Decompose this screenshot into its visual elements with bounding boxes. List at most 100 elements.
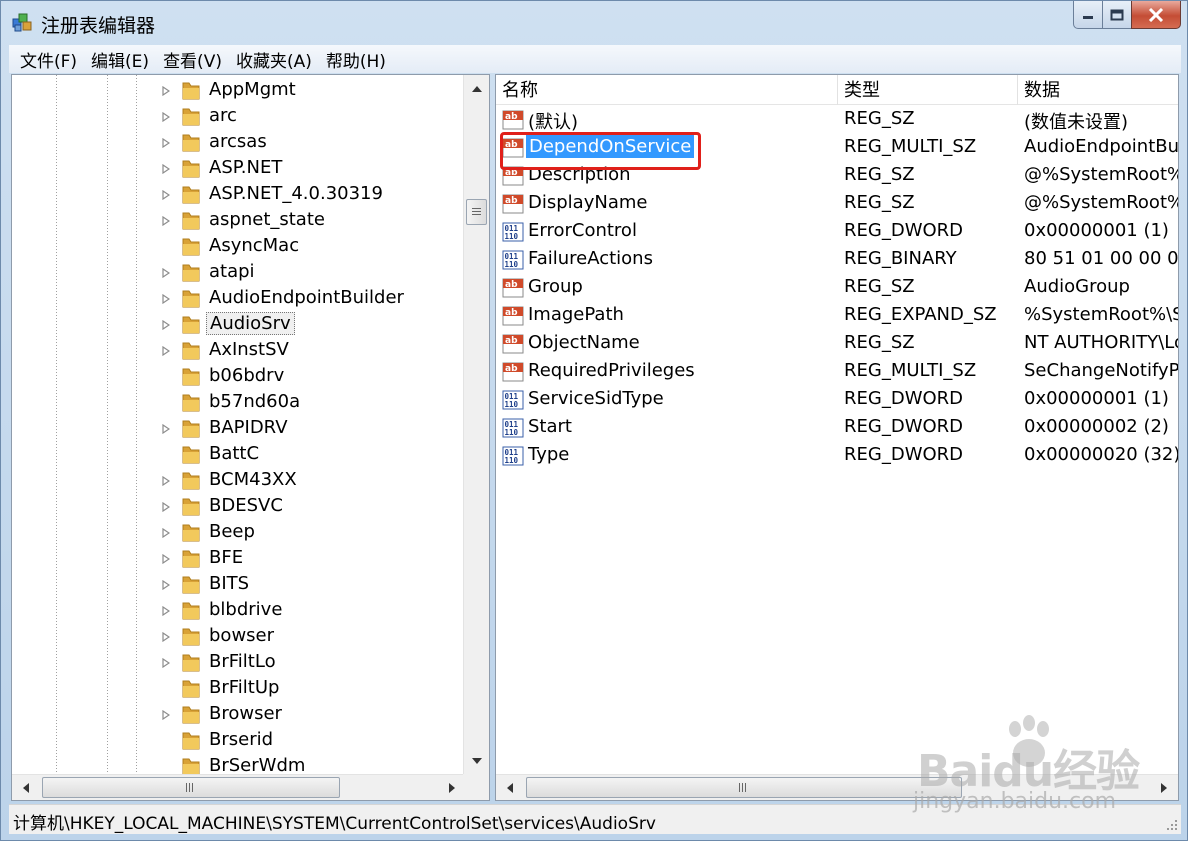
list-horizontal-thumb[interactable] — [526, 777, 962, 798]
expand-arrow-icon[interactable] — [162, 580, 170, 590]
value-row[interactable]: ab (默认) REG_SZ (数值未设置) — [496, 106, 1178, 134]
value-row[interactable]: 011 110 Start REG_DWORD 0x00000002 (2) — [496, 414, 1178, 442]
value-row[interactable]: 011 110 ErrorControl REG_DWORD 0x00000001 (1… — [496, 218, 1178, 246]
arrow-up-icon — [472, 86, 482, 92]
list-horizontal-scrollbar[interactable] — [496, 774, 1178, 800]
tree-item[interactable]: AudioSrv — [12, 312, 462, 338]
expand-arrow-icon[interactable] — [162, 346, 170, 356]
tree-item[interactable]: BrFiltLo — [12, 650, 462, 676]
registry-values-list[interactable]: 名称 类型 数据 ab (默认) REG_SZ (数值未设置) ab DependOnSe… — [495, 74, 1179, 801]
tree-item[interactable]: AsyncMac — [12, 234, 462, 260]
scroll-down-button[interactable] — [464, 749, 489, 773]
menu-edit[interactable]: 编辑(E) — [84, 47, 156, 72]
value-row[interactable]: ab DependOnService REG_MULTI_SZ AudioEndpoi… — [496, 134, 1178, 162]
menu-file[interactable]: 文件(F) — [13, 47, 84, 72]
folder-icon — [182, 680, 200, 698]
menu-view[interactable]: 查看(V) — [156, 47, 229, 72]
string-value-icon: ab — [502, 166, 524, 186]
folder-icon — [182, 82, 200, 100]
maximize-button[interactable] — [1103, 1, 1131, 29]
expand-arrow-icon[interactable] — [162, 112, 170, 122]
tree-item-label: BAPIDRV — [209, 417, 288, 438]
value-name: FailureActions — [528, 248, 653, 269]
value-row[interactable]: 011 110 Type REG_DWORD 0x00000020 (32) — [496, 442, 1178, 470]
tree-item[interactable]: BDESVC — [12, 494, 462, 520]
tree-vertical-scrollbar[interactable] — [463, 75, 489, 775]
value-row[interactable]: ab RequiredPrivileges REG_MULTI_SZ SeChange… — [496, 358, 1178, 386]
list-scroll-right-button[interactable] — [1152, 775, 1176, 800]
tree-item[interactable]: AudioEndpointBuilder — [12, 286, 462, 312]
tree-scroll-right-button[interactable] — [440, 775, 464, 800]
expand-arrow-icon[interactable] — [162, 424, 170, 434]
folder-icon — [182, 654, 200, 672]
value-row[interactable]: 011 110 FailureActions REG_BINARY 80 51 01 0… — [496, 246, 1178, 274]
close-button[interactable] — [1131, 1, 1181, 29]
value-row[interactable]: ab Description REG_SZ @%SystemRoot% — [496, 162, 1178, 190]
tree-item-label: AsyncMac — [209, 235, 300, 256]
value-name: DependOnService — [526, 135, 695, 158]
menu-favorites[interactable]: 收藏夹(A) — [229, 47, 319, 72]
expand-arrow-icon[interactable] — [162, 320, 170, 330]
expand-arrow-icon[interactable] — [162, 632, 170, 642]
expand-arrow-icon[interactable] — [162, 476, 170, 486]
tree-item[interactable]: Browser — [12, 702, 462, 728]
tree-item[interactable]: blbdrive — [12, 598, 462, 624]
tree-item[interactable]: BCM43XX — [12, 468, 462, 494]
tree-item[interactable]: AppMgmt — [12, 78, 462, 104]
tree-item[interactable]: bowser — [12, 624, 462, 650]
expand-arrow-icon[interactable] — [162, 502, 170, 512]
tree-item[interactable]: aspnet_state — [12, 208, 462, 234]
list-header: 名称 类型 数据 — [496, 75, 1178, 105]
tree-item[interactable]: BAPIDRV — [12, 416, 462, 442]
tree-item-label: arcsas — [209, 131, 267, 152]
tree-item[interactable]: b06bdrv — [12, 364, 462, 390]
expand-arrow-icon[interactable] — [162, 294, 170, 304]
value-row[interactable]: ab Group REG_SZ AudioGroup — [496, 274, 1178, 302]
expand-arrow-icon[interactable] — [162, 216, 170, 226]
tree-item[interactable]: BITS — [12, 572, 462, 598]
tree-item[interactable]: BFE — [12, 546, 462, 572]
tree-horizontal-scrollbar[interactable] — [12, 774, 465, 800]
tree-item[interactable]: BattC — [12, 442, 462, 468]
list-scroll-left-button[interactable] — [498, 775, 522, 800]
value-name: DisplayName — [528, 192, 648, 213]
expand-arrow-icon[interactable] — [162, 554, 170, 564]
expand-arrow-icon[interactable] — [162, 528, 170, 538]
tree-item[interactable]: atapi — [12, 260, 462, 286]
tree-item[interactable]: AxInstSV — [12, 338, 462, 364]
registry-key-tree[interactable]: AppMgmt arc arcsas ASP.NET ASP.NET_4.0.30319… — [11, 74, 490, 801]
menu-help[interactable]: 帮助(H) — [319, 47, 393, 72]
column-header-type[interactable]: 类型 — [838, 75, 1018, 105]
tree-vertical-thumb[interactable] — [466, 199, 487, 225]
value-type: REG_DWORD — [844, 388, 964, 409]
tree-scroll-left-button[interactable] — [14, 775, 38, 800]
scroll-up-button[interactable] — [464, 77, 489, 101]
tree-item[interactable]: arcsas — [12, 130, 462, 156]
tree-item[interactable]: Brserid — [12, 728, 462, 754]
tree-item[interactable]: b57nd60a — [12, 390, 462, 416]
resize-grip-icon[interactable] — [1165, 818, 1179, 832]
tree-item[interactable]: arc — [12, 104, 462, 130]
value-row[interactable]: 011 110 ServiceSidType REG_DWORD 0x00000001 … — [496, 386, 1178, 414]
tree-item[interactable]: Beep — [12, 520, 462, 546]
expand-arrow-icon[interactable] — [162, 164, 170, 174]
expand-arrow-icon[interactable] — [162, 138, 170, 148]
tree-item[interactable]: ASP.NET — [12, 156, 462, 182]
expand-arrow-icon[interactable] — [162, 268, 170, 278]
expand-arrow-icon[interactable] — [162, 710, 170, 720]
column-header-data[interactable]: 数据 — [1018, 75, 1178, 105]
value-type: REG_DWORD — [844, 416, 964, 437]
value-row[interactable]: ab DisplayName REG_SZ @%SystemRoot% — [496, 190, 1178, 218]
value-row[interactable]: ab ObjectName REG_SZ NT AUTHORITY\Lo — [496, 330, 1178, 358]
expand-arrow-icon[interactable] — [162, 86, 170, 96]
expand-arrow-icon[interactable] — [162, 606, 170, 616]
expand-arrow-icon[interactable] — [162, 190, 170, 200]
value-row[interactable]: ab ImagePath REG_EXPAND_SZ %SystemRoot%\S — [496, 302, 1178, 330]
column-header-name[interactable]: 名称 — [496, 75, 838, 105]
tree-horizontal-thumb[interactable] — [42, 777, 340, 798]
value-type: REG_DWORD — [844, 444, 964, 465]
expand-arrow-icon[interactable] — [162, 658, 170, 668]
minimize-button[interactable] — [1073, 1, 1103, 29]
tree-item[interactable]: ASP.NET_4.0.30319 — [12, 182, 462, 208]
tree-item[interactable]: BrFiltUp — [12, 676, 462, 702]
